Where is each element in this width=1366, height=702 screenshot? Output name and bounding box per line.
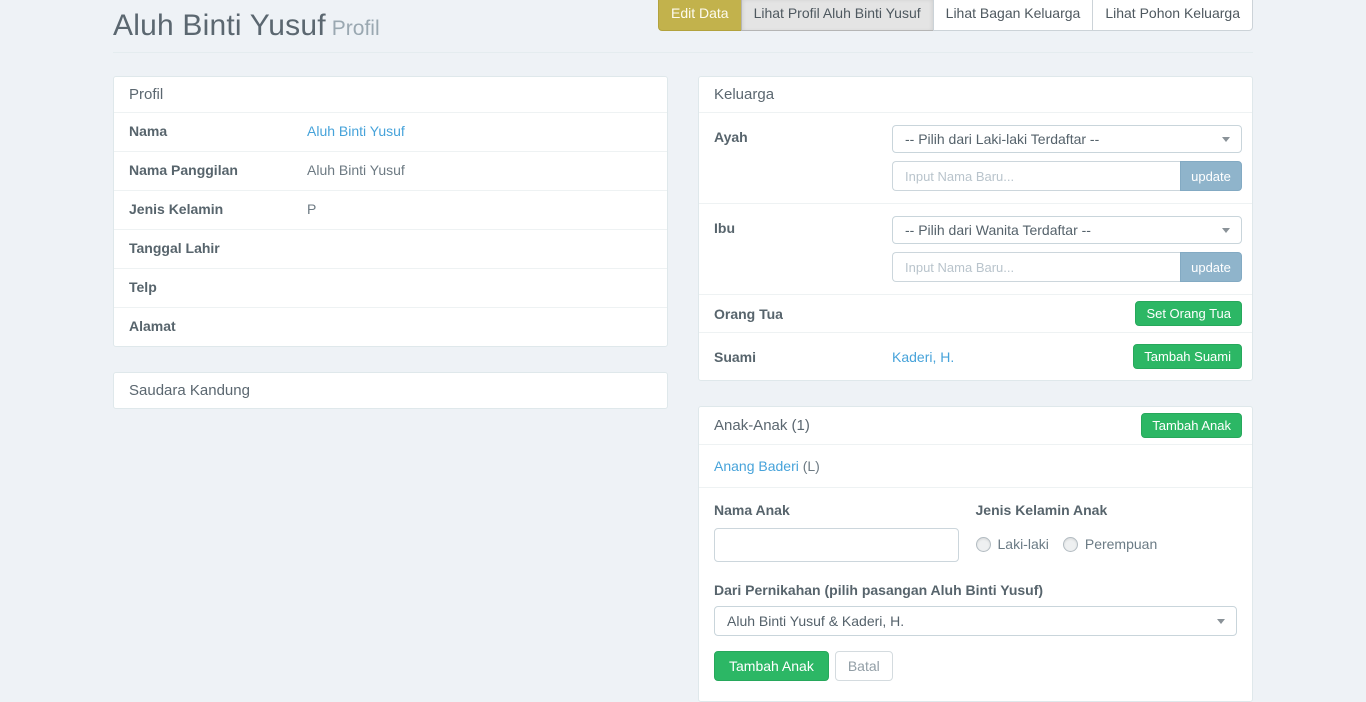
- page-subtitle: Profil: [332, 17, 380, 40]
- radio-button-icon[interactable]: [1063, 537, 1078, 552]
- lihat-pohon-keluarga-button[interactable]: Lihat Pohon Keluarga: [1092, 0, 1253, 31]
- keluarga-panel: Keluarga Ayah -- Pilih dari Laki-laki Te…: [698, 76, 1253, 381]
- radio-button-icon[interactable]: [976, 537, 991, 552]
- suami-label: Suami: [714, 349, 892, 365]
- lihat-profil-button[interactable]: Lihat Profil Aluh Binti Yusuf: [741, 0, 934, 31]
- ayah-new-name-input[interactable]: [892, 161, 1180, 191]
- radio-label: Laki-laki: [998, 536, 1049, 552]
- child-link[interactable]: Anang Baderi: [714, 458, 799, 474]
- caret-down-icon: [1222, 137, 1230, 142]
- ibu-new-name-input[interactable]: [892, 252, 1180, 282]
- tambah-anak-header-button[interactable]: Tambah Anak: [1141, 413, 1242, 438]
- pernikahan-select[interactable]: Aluh Binti Yusuf & Kaderi, H.: [714, 606, 1237, 636]
- ibu-update-button[interactable]: update: [1180, 252, 1242, 282]
- jenis-kelamin-anak-label: Jenis Kelamin Anak: [976, 502, 1238, 518]
- ayah-update-button[interactable]: update: [1180, 161, 1242, 191]
- saudara-kandung-panel: Saudara Kandung: [113, 372, 668, 409]
- dari-pernikahan-label: Dari Pernikahan (pilih pasangan Aluh Bin…: [714, 582, 1237, 598]
- child-list-item: Anang Baderi (L): [699, 444, 1252, 487]
- pernikahan-select-value: Aluh Binti Yusuf & Kaderi, H.: [727, 613, 904, 629]
- anak-anak-panel: Anak-Anak (1) Tambah Anak Anang Baderi (…: [698, 406, 1253, 702]
- ibu-select[interactable]: -- Pilih dari Wanita Terdaftar --: [892, 216, 1242, 244]
- add-child-form: Nama Anak Jenis Kelamin Anak Laki-laki: [699, 487, 1252, 701]
- profil-panel: Profil Nama Aluh Binti Yusuf Nama Panggi…: [113, 76, 668, 347]
- profil-table: Nama Aluh Binti Yusuf Nama Panggilan Alu…: [114, 112, 667, 346]
- row-value: P: [307, 201, 316, 217]
- suami-link[interactable]: Kaderi, H.: [892, 349, 954, 365]
- row-label: Nama: [129, 123, 307, 139]
- view-button-group: Edit Data Lihat Profil Aluh Binti Yusuf …: [658, 0, 1253, 31]
- orang-tua-label: Orang Tua: [714, 306, 892, 322]
- set-orang-tua-button[interactable]: Set Orang Tua: [1135, 301, 1242, 326]
- radio-option-laki-laki[interactable]: Laki-laki: [976, 536, 1049, 552]
- page-container: Aluh Binti Yusuf Profil Edit Data Lihat P…: [113, 0, 1253, 702]
- saudara-kandung-title: Saudara Kandung: [114, 373, 667, 408]
- suami-row: Suami Kaderi, H. Tambah Suami: [699, 332, 1252, 380]
- anak-anak-header: Anak-Anak (1) Tambah Anak: [699, 407, 1252, 444]
- radio-label: Perempuan: [1085, 536, 1157, 552]
- tambah-suami-button[interactable]: Tambah Suami: [1133, 344, 1242, 369]
- ibu-select-value: -- Pilih dari Wanita Terdaftar --: [905, 222, 1091, 238]
- profil-row-jenis-kelamin: Jenis Kelamin P: [114, 190, 667, 229]
- lihat-bagan-keluarga-button[interactable]: Lihat Bagan Keluarga: [933, 0, 1094, 31]
- nama-anak-input[interactable]: [714, 528, 959, 562]
- caret-down-icon: [1222, 228, 1230, 233]
- ibu-row: Ibu -- Pilih dari Wanita Terdaftar -- up…: [699, 203, 1252, 294]
- orang-tua-row: Orang Tua Set Orang Tua: [699, 294, 1252, 332]
- keluarga-panel-title: Keluarga: [699, 77, 1252, 112]
- right-column: Keluarga Ayah -- Pilih dari Laki-laki Te…: [698, 76, 1253, 702]
- ayah-select-value: -- Pilih dari Laki-laki Terdaftar --: [905, 131, 1099, 147]
- batal-button[interactable]: Batal: [835, 651, 893, 681]
- page-header: Aluh Binti Yusuf Profil Edit Data Lihat P…: [113, 0, 1253, 53]
- ayah-select[interactable]: -- Pilih dari Laki-laki Terdaftar --: [892, 125, 1242, 153]
- row-label: Nama Panggilan: [129, 162, 307, 178]
- profil-row-tanggal-lahir: Tanggal Lahir: [114, 229, 667, 268]
- profil-row-telp: Telp: [114, 268, 667, 307]
- child-gender-suffix: (L): [799, 458, 820, 474]
- tambah-anak-submit-button[interactable]: Tambah Anak: [714, 651, 829, 681]
- profil-panel-title: Profil: [114, 77, 667, 112]
- nama-anak-label: Nama Anak: [714, 502, 976, 518]
- anak-anak-title: Anak-Anak (1): [714, 417, 810, 434]
- nama-link[interactable]: Aluh Binti Yusuf: [307, 123, 405, 139]
- row-value: Aluh Binti Yusuf: [307, 162, 405, 178]
- row-label: Jenis Kelamin: [129, 201, 307, 217]
- ibu-input-group: update: [892, 252, 1242, 282]
- profil-row-nama: Nama Aluh Binti Yusuf: [114, 112, 667, 151]
- caret-down-icon: [1217, 619, 1225, 624]
- ayah-input-group: update: [892, 161, 1242, 191]
- page-title: Aluh Binti Yusuf: [113, 9, 326, 43]
- profil-row-nama-panggilan: Nama Panggilan Aluh Binti Yusuf: [114, 151, 667, 190]
- edit-data-button[interactable]: Edit Data: [658, 0, 742, 31]
- row-label: Tanggal Lahir: [129, 240, 307, 256]
- profil-row-alamat: Alamat: [114, 307, 667, 346]
- ayah-label: Ayah: [714, 125, 892, 145]
- ibu-label: Ibu: [714, 216, 892, 236]
- row-label: Alamat: [129, 318, 307, 334]
- ayah-row: Ayah -- Pilih dari Laki-laki Terdaftar -…: [699, 112, 1252, 203]
- radio-option-perempuan[interactable]: Perempuan: [1063, 536, 1157, 552]
- row-label: Telp: [129, 279, 307, 295]
- left-column: Profil Nama Aluh Binti Yusuf Nama Panggi…: [113, 76, 668, 702]
